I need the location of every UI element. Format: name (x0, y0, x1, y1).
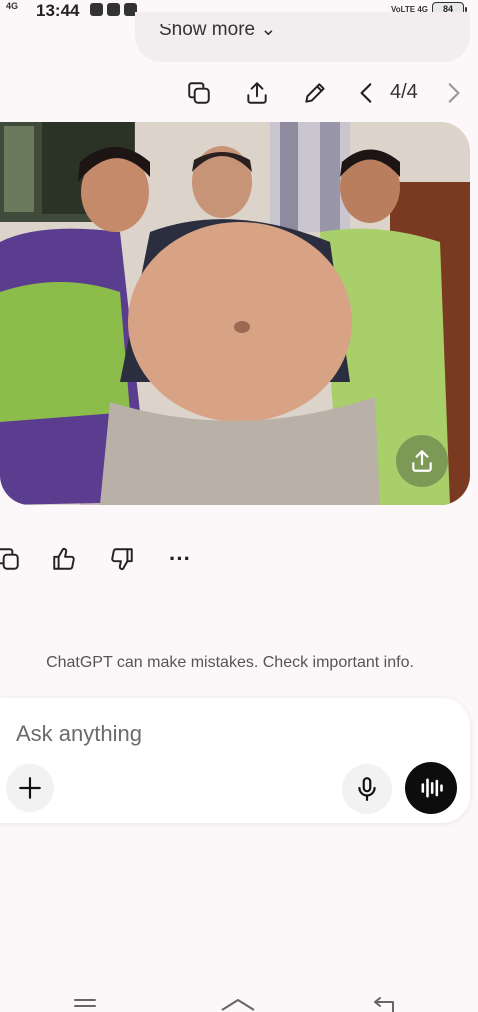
status-time: 13:44 (36, 1, 80, 20)
chat-screen: 4G 13:44 VoLTE 4G 84 Show more ⌄ 4/4 ···… (0, 0, 478, 1012)
show-more-button[interactable]: Show more ⌄ (135, 12, 470, 62)
network-indicator: 4G (6, 1, 19, 11)
attach-button[interactable] (6, 764, 54, 812)
disclaimer-text: ChatGPT can make mistakes. Check importa… (46, 654, 414, 671)
copy-image-button[interactable] (182, 76, 216, 110)
message-composer (0, 698, 470, 823)
edit-icon (305, 83, 325, 103)
next-version-button[interactable] (436, 76, 470, 110)
message-icon (90, 3, 103, 16)
response-actions: ··· (0, 542, 478, 576)
chevron-right-icon (448, 83, 460, 103)
plus-icon (19, 777, 41, 799)
image-toolbar: 4/4 (0, 76, 478, 110)
share-image-overlay-button[interactable] (396, 435, 448, 487)
waveform-icon (421, 778, 443, 798)
notification-icons (90, 3, 137, 16)
chevron-left-icon (360, 83, 372, 103)
back-button[interactable] (366, 994, 406, 1012)
show-more-label: Show more ⌄ (159, 19, 277, 40)
home-button[interactable] (218, 994, 258, 1012)
copy-icon (188, 82, 210, 104)
copy-icon (0, 548, 19, 570)
share-icon (412, 450, 432, 472)
thumbs-up-icon (53, 548, 75, 570)
menu-icon (74, 999, 96, 1007)
copy-response-button[interactable] (0, 542, 24, 576)
system-nav-bar (0, 990, 478, 1012)
thumbs-down-button[interactable] (106, 542, 138, 576)
edit-image-button[interactable] (298, 76, 332, 110)
version-counter: 4/4 (390, 81, 418, 103)
share-icon (247, 82, 267, 104)
microphone-icon (358, 777, 376, 801)
home-icon (221, 999, 255, 1011)
recents-button[interactable] (65, 994, 105, 1012)
back-icon (374, 997, 394, 1012)
voice-mode-button[interactable] (405, 762, 457, 814)
share-image-button[interactable] (240, 76, 274, 110)
youtube-icon (107, 3, 120, 16)
message-input[interactable] (16, 718, 436, 750)
previous-version-button[interactable] (350, 76, 384, 110)
dictate-button[interactable] (342, 764, 392, 814)
thumbs-down-icon (111, 548, 133, 570)
thumbs-up-button[interactable] (48, 542, 80, 576)
more-icon: ··· (169, 546, 191, 571)
more-options-button[interactable]: ··· (164, 542, 196, 576)
